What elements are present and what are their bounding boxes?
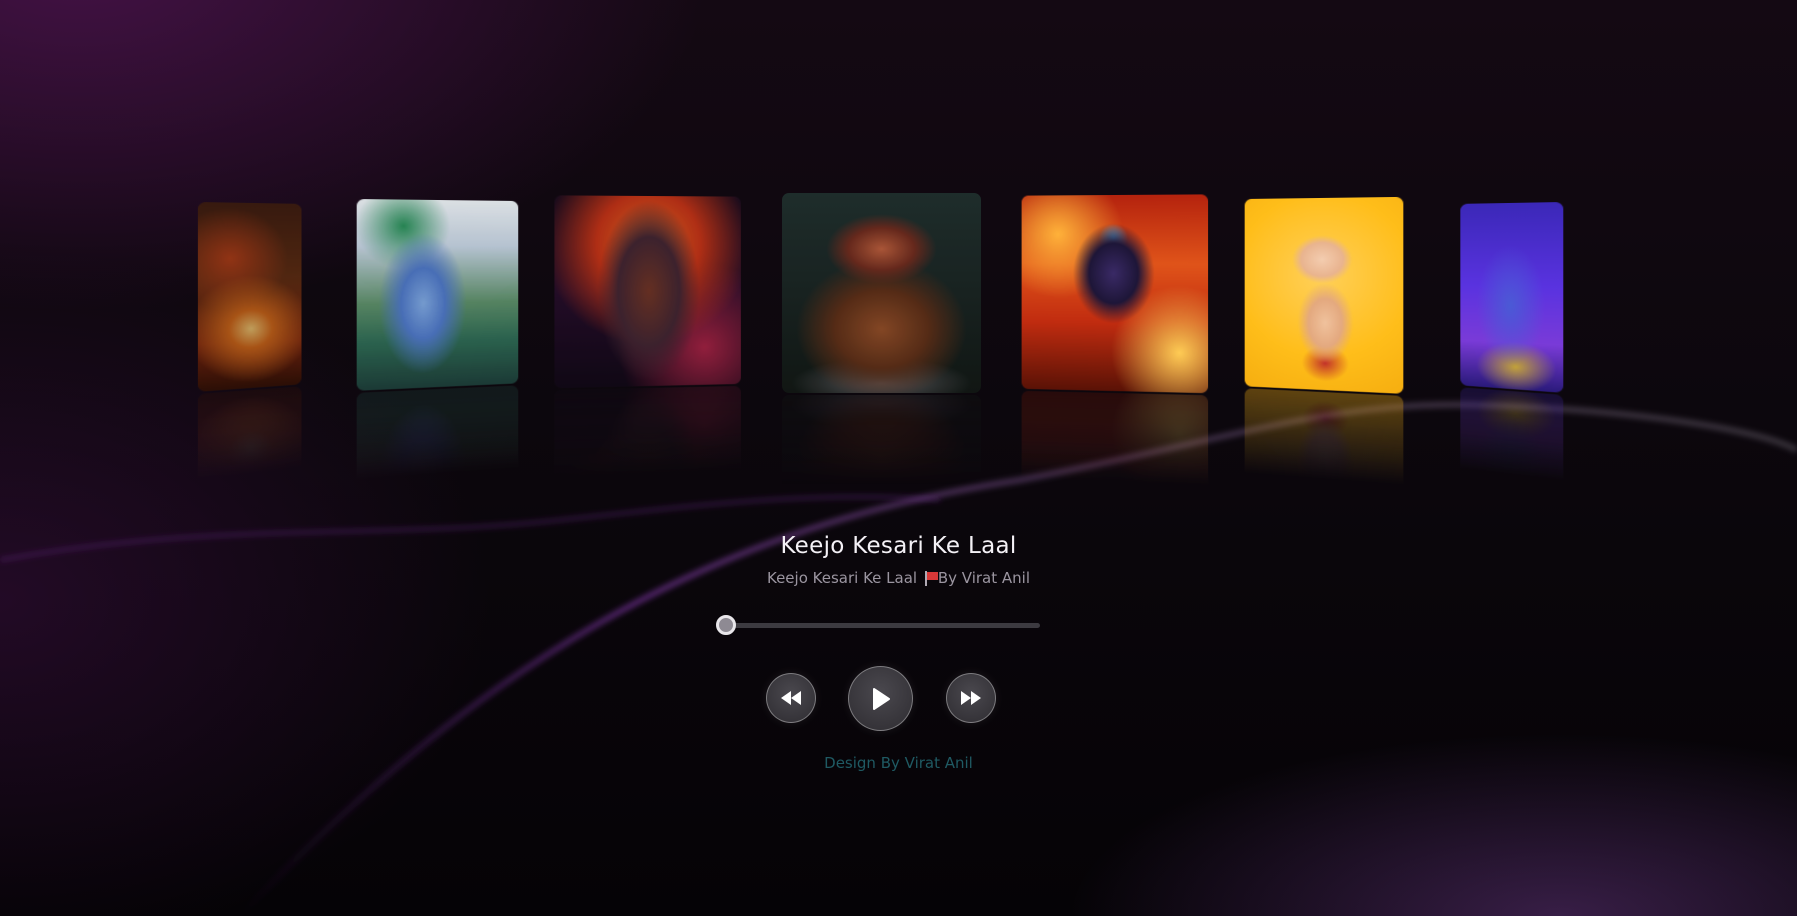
album-art-bal-ganesha xyxy=(1244,196,1404,394)
card-shiva-fire[interactable] xyxy=(1021,194,1209,394)
track-title: Keejo Kesari Ke Laal xyxy=(780,533,1017,559)
card-ram-bow[interactable] xyxy=(554,195,741,389)
card-hanuman-meditating[interactable] xyxy=(782,193,981,393)
backward-icon xyxy=(781,691,801,705)
design-credit[interactable]: Design By Virat Anil xyxy=(0,754,1797,772)
play-icon xyxy=(872,687,890,710)
card-bal-ganesha[interactable] xyxy=(1244,196,1404,394)
album-art-hanuman-meditating xyxy=(782,193,981,393)
next-button[interactable] xyxy=(946,673,996,723)
play-button[interactable] xyxy=(848,666,913,731)
card-krishna-flute[interactable] xyxy=(356,198,519,391)
card-temple-shrine[interactable] xyxy=(197,202,302,392)
album-art-ram-bow xyxy=(554,195,741,389)
subtitle-track: Keejo Kesari Ke Laal xyxy=(766,569,918,587)
progress-thumb[interactable] xyxy=(716,615,736,635)
forward-icon xyxy=(961,691,981,705)
album-art-krishna-flute xyxy=(356,198,519,391)
red-flag-icon xyxy=(924,571,938,586)
previous-button[interactable] xyxy=(766,673,816,723)
album-art-blue-deity xyxy=(1460,202,1564,393)
album-art-temple-shrine xyxy=(197,202,302,392)
progress-track[interactable] xyxy=(728,623,1040,628)
album-art-shiva-fire xyxy=(1021,194,1209,394)
subtitle-artist: By Virat Anil xyxy=(937,569,1031,587)
album-carousel xyxy=(0,0,1797,480)
card-blue-deity[interactable] xyxy=(1460,202,1564,393)
track-subtitle: Keejo Kesari Ke Laal By Virat Anil xyxy=(0,569,1797,587)
